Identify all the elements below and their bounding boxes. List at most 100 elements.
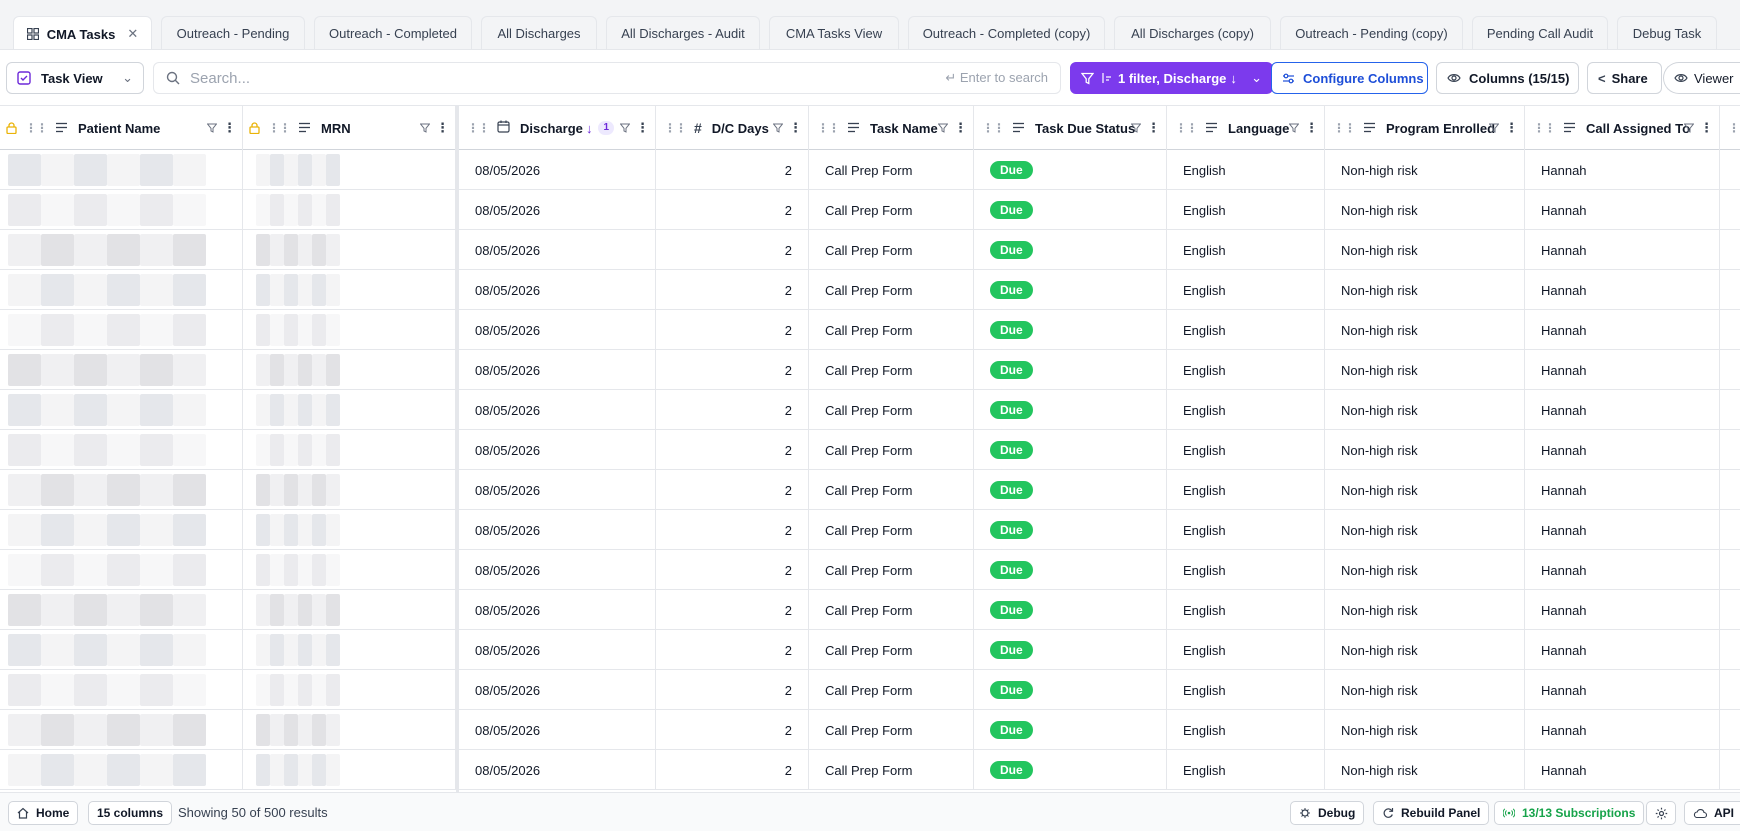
cell-program-enrolled[interactable]: Non-high risk xyxy=(1325,310,1525,350)
cell-mrn[interactable] xyxy=(243,390,456,430)
cell-call-assigned-to[interactable]: Hannah xyxy=(1525,430,1720,470)
drag-handle-icon[interactable]: ⋮⋮ xyxy=(25,121,48,135)
filter-icon[interactable] xyxy=(1289,123,1299,133)
home-button[interactable]: Home xyxy=(8,801,79,825)
cell-patient-name[interactable] xyxy=(0,590,243,630)
viewer-button[interactable]: Viewer xyxy=(1663,62,1740,94)
cell-dc-days[interactable]: 2 xyxy=(656,470,809,510)
cell-task-name[interactable]: Call Prep Form xyxy=(809,470,974,510)
columns-visibility-button[interactable]: Columns (15/15) xyxy=(1436,62,1579,94)
search-input[interactable] xyxy=(190,69,946,87)
cell-discharge[interactable]: 08/05/2026 xyxy=(459,150,656,190)
cell-language[interactable]: English xyxy=(1167,590,1325,630)
cell-mrn[interactable] xyxy=(243,150,456,190)
cell-overflow[interactable] xyxy=(1720,750,1740,790)
cell-task-name[interactable]: Call Prep Form xyxy=(809,270,974,310)
cell-task-due-status[interactable]: Due xyxy=(974,630,1167,670)
table-row[interactable]: 08/05/2026 2 Call Prep Form Due English Non-h… xyxy=(0,390,1740,430)
cell-dc-days[interactable]: 2 xyxy=(656,510,809,550)
filter-icon[interactable] xyxy=(1489,123,1499,133)
cell-overflow[interactable] xyxy=(1720,150,1740,190)
cell-call-assigned-to[interactable]: Hannah xyxy=(1525,550,1720,590)
cell-mrn[interactable] xyxy=(243,430,456,470)
cell-program-enrolled[interactable]: Non-high risk xyxy=(1325,190,1525,230)
frozen-columns-divider[interactable] xyxy=(456,106,459,792)
cell-program-enrolled[interactable]: Non-high risk xyxy=(1325,510,1525,550)
cell-overflow[interactable] xyxy=(1720,350,1740,390)
more-vertical-icon[interactable]: ⋮ xyxy=(1305,120,1318,136)
rebuild-panel-button[interactable]: Rebuild Panel xyxy=(1373,801,1490,825)
cell-overflow[interactable] xyxy=(1720,310,1740,350)
cell-task-name[interactable]: Call Prep Form xyxy=(809,430,974,470)
drag-handle-icon[interactable]: ⋮⋮ xyxy=(268,121,291,135)
cell-task-name[interactable]: Call Prep Form xyxy=(809,390,974,430)
cell-language[interactable]: English xyxy=(1167,630,1325,670)
cell-mrn[interactable] xyxy=(243,470,456,510)
table-row[interactable]: 08/05/2026 2 Call Prep Form Due English Non-h… xyxy=(0,350,1740,390)
settings-button[interactable] xyxy=(1646,801,1676,825)
filter-icon[interactable] xyxy=(1684,123,1694,133)
column-header-task-due-status[interactable]: ⋮⋮ Task Due Status ⋮ xyxy=(974,106,1167,150)
cell-overflow[interactable] xyxy=(1720,510,1740,550)
cell-task-name[interactable]: Call Prep Form xyxy=(809,630,974,670)
cell-task-name[interactable]: Call Prep Form xyxy=(809,150,974,190)
cell-discharge[interactable]: 08/05/2026 xyxy=(459,430,656,470)
cell-mrn[interactable] xyxy=(243,670,456,710)
cell-dc-days[interactable]: 2 xyxy=(656,350,809,390)
filter-icon[interactable] xyxy=(620,123,630,133)
cell-call-assigned-to[interactable]: Hannah xyxy=(1525,470,1720,510)
drag-handle-icon[interactable]: ⋮⋮ xyxy=(467,121,490,135)
cell-task-name[interactable]: Call Prep Form xyxy=(809,710,974,750)
cell-task-due-status[interactable]: Due xyxy=(974,710,1167,750)
cell-language[interactable]: English xyxy=(1167,150,1325,190)
cell-dc-days[interactable]: 2 xyxy=(656,750,809,790)
cell-call-assigned-to[interactable]: Hannah xyxy=(1525,590,1720,630)
cell-call-assigned-to[interactable]: Hannah xyxy=(1525,390,1720,430)
cell-language[interactable]: English xyxy=(1167,470,1325,510)
table-row[interactable]: 08/05/2026 2 Call Prep Form Due English Non-h… xyxy=(0,230,1740,270)
tab-outreach-completed-copy[interactable]: Outreach - Completed (copy) xyxy=(908,16,1105,49)
cell-discharge[interactable]: 08/05/2026 xyxy=(459,230,656,270)
cell-program-enrolled[interactable]: Non-high risk xyxy=(1325,350,1525,390)
cell-patient-name[interactable] xyxy=(0,270,243,310)
cell-language[interactable]: English xyxy=(1167,350,1325,390)
cell-discharge[interactable]: 08/05/2026 xyxy=(459,750,656,790)
cell-call-assigned-to[interactable]: Hannah xyxy=(1525,190,1720,230)
cell-dc-days[interactable]: 2 xyxy=(656,590,809,630)
table-row[interactable]: 08/05/2026 2 Call Prep Form Due English Non-h… xyxy=(0,150,1740,190)
cell-patient-name[interactable] xyxy=(0,390,243,430)
column-header-dc-days[interactable]: ⋮⋮ # D/C Days ⋮ xyxy=(656,106,809,150)
cell-call-assigned-to[interactable]: Hannah xyxy=(1525,710,1720,750)
tab-outreach-pending[interactable]: Outreach - Pending xyxy=(161,16,305,49)
drag-handle-icon[interactable]: ⋮⋮ xyxy=(664,121,687,135)
cell-program-enrolled[interactable]: Non-high risk xyxy=(1325,750,1525,790)
more-vertical-icon[interactable]: ⋮ xyxy=(636,120,649,136)
cell-patient-name[interactable] xyxy=(0,670,243,710)
cell-task-due-status[interactable]: Due xyxy=(974,750,1167,790)
cell-patient-name[interactable] xyxy=(0,510,243,550)
cell-dc-days[interactable]: 2 xyxy=(656,630,809,670)
cell-language[interactable]: English xyxy=(1167,510,1325,550)
cell-call-assigned-to[interactable]: Hannah xyxy=(1525,510,1720,550)
cell-overflow[interactable] xyxy=(1720,430,1740,470)
cell-task-name[interactable]: Call Prep Form xyxy=(809,590,974,630)
column-header-program-enrolled[interactable]: ⋮⋮ Program Enrolled ⋮ xyxy=(1325,106,1525,150)
column-header-patient-name[interactable]: ⋮⋮ Patient Name ⋮ xyxy=(0,106,243,150)
cell-discharge[interactable]: 08/05/2026 xyxy=(459,470,656,510)
cell-program-enrolled[interactable]: Non-high risk xyxy=(1325,430,1525,470)
cell-call-assigned-to[interactable]: Hannah xyxy=(1525,150,1720,190)
cell-overflow[interactable] xyxy=(1720,630,1740,670)
drag-handle-icon[interactable]: ⋮⋮ xyxy=(817,121,840,135)
cell-discharge[interactable]: 08/05/2026 xyxy=(459,670,656,710)
tab-all-discharges-audit[interactable]: All Discharges - Audit xyxy=(606,16,760,49)
drag-handle-icon[interactable]: ⋮⋮ xyxy=(1175,121,1198,135)
cell-overflow[interactable] xyxy=(1720,590,1740,630)
cell-overflow[interactable] xyxy=(1720,550,1740,590)
tab-all-discharges[interactable]: All Discharges xyxy=(481,16,597,49)
more-vertical-icon[interactable]: ⋮ xyxy=(789,120,802,136)
cell-task-due-status[interactable]: Due xyxy=(974,670,1167,710)
cell-task-name[interactable]: Call Prep Form xyxy=(809,350,974,390)
cell-call-assigned-to[interactable]: Hannah xyxy=(1525,630,1720,670)
cell-task-due-status[interactable]: Due xyxy=(974,270,1167,310)
column-header-overflow[interactable]: ⋮⋮ xyxy=(1720,106,1740,150)
